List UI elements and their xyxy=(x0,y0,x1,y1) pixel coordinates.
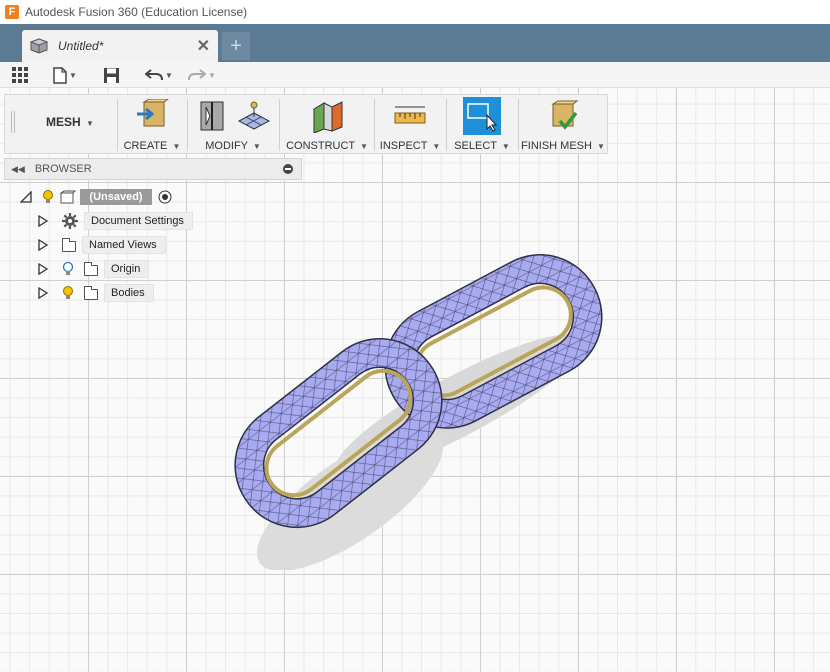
construct-plane-icon xyxy=(313,101,343,133)
chevron-down-icon: ▼ xyxy=(597,142,605,151)
document-tab-label: Untitled* xyxy=(58,39,104,53)
gear-icon xyxy=(62,213,78,229)
browser-item-named-views[interactable]: Named Views xyxy=(38,235,166,255)
chevron-down-icon: ▼ xyxy=(86,119,94,128)
front-chain-link xyxy=(234,338,443,529)
folder-icon xyxy=(84,262,98,276)
browser-panel-header: ◀◀ BROWSER xyxy=(4,158,302,180)
browser-item-origin[interactable]: Origin xyxy=(38,259,150,279)
finish-mesh-group[interactable]: FINISH MESH ▼ xyxy=(520,95,606,155)
modify-group[interactable]: MODIFY ▼ xyxy=(189,95,277,155)
workspace-label: MESH xyxy=(46,115,81,129)
redo-icon xyxy=(188,69,206,81)
browser-root-row[interactable]: (Unsaved) xyxy=(20,187,172,207)
inspect-group[interactable]: INSPECT ▼ xyxy=(376,95,444,155)
save-button[interactable] xyxy=(103,66,120,84)
chevron-down-icon: ▼ xyxy=(208,70,216,80)
quick-access-toolbar: ▼ ▼ ▼ xyxy=(0,62,830,88)
file-menu-button[interactable]: ▼ xyxy=(53,66,77,84)
document-component-icon xyxy=(60,190,76,204)
measure-ruler-icon xyxy=(394,106,426,124)
browser-item-document-settings[interactable]: Document Settings xyxy=(38,211,193,231)
inspect-menu-label: INSPECT xyxy=(379,140,428,152)
file-icon xyxy=(53,66,67,84)
collapse-triangle-icon[interactable] xyxy=(20,191,32,203)
chevron-down-icon: ▼ xyxy=(252,142,261,151)
lightbulb-off-icon[interactable] xyxy=(62,261,74,277)
workspace-switcher[interactable]: MESH ▼ xyxy=(25,115,115,129)
document-tab-strip: Untitled* ✕ + xyxy=(0,24,830,62)
finish-mesh-icon xyxy=(551,100,579,130)
fusion-logo-icon: F xyxy=(5,5,19,19)
construct-menu-label: CONSTRUCT xyxy=(286,140,355,152)
modify-menu-label: MODIFY xyxy=(205,140,248,152)
origin-label: Origin xyxy=(104,260,150,278)
construct-group[interactable]: CONSTRUCT ▼ xyxy=(281,95,373,155)
component-icon xyxy=(30,38,48,54)
close-tab-button[interactable]: ✕ xyxy=(197,36,210,56)
new-tab-button[interactable]: + xyxy=(222,32,250,60)
browser-title: BROWSER xyxy=(34,163,92,175)
chevron-down-icon: ▼ xyxy=(69,70,77,80)
browser-item-bodies[interactable]: Bodies xyxy=(38,283,154,303)
plane-cut-icon xyxy=(200,101,224,131)
chain-mesh-model[interactable] xyxy=(230,235,620,570)
root-component-label: (Unsaved) xyxy=(80,189,152,205)
lightbulb-on-icon[interactable] xyxy=(62,285,74,301)
create-mesh-icon xyxy=(137,99,169,127)
chevron-down-icon: ▼ xyxy=(360,142,368,151)
select-cursor-icon xyxy=(463,97,501,135)
toolbar-ribbon: MESH ▼ CREATE ▼ MODIFY ▼ CONSTRUCT ▼ INS… xyxy=(4,94,608,154)
named-views-label: Named Views xyxy=(82,236,166,254)
document-settings-label: Document Settings xyxy=(84,212,193,230)
remesh-icon xyxy=(237,101,271,130)
expand-triangle-icon[interactable] xyxy=(38,239,48,251)
collapse-panel-icon[interactable]: ◀◀ xyxy=(11,164,25,175)
undo-icon xyxy=(145,69,163,81)
chevron-down-icon: ▼ xyxy=(501,142,510,151)
document-tab[interactable]: Untitled* ✕ xyxy=(22,30,218,62)
folder-icon xyxy=(62,238,76,252)
ribbon-grip-handle[interactable] xyxy=(11,111,15,133)
finish-mesh-menu-label: FINISH MESH xyxy=(521,140,592,152)
expand-triangle-icon[interactable] xyxy=(38,215,48,227)
select-menu-label: SELECT xyxy=(454,140,497,152)
lightbulb-on-icon[interactable] xyxy=(42,189,54,205)
create-group[interactable]: CREATE ▼ xyxy=(119,95,185,155)
title-bar: F Autodesk Fusion 360 (Education License… xyxy=(0,0,830,24)
activate-radio-icon[interactable] xyxy=(158,190,172,204)
grid-apps-icon xyxy=(12,67,28,83)
chevron-down-icon: ▼ xyxy=(172,142,181,151)
expand-triangle-icon[interactable] xyxy=(38,263,48,275)
save-icon xyxy=(104,67,119,83)
data-panel-button[interactable] xyxy=(11,66,29,84)
folder-icon xyxy=(84,286,98,300)
select-group[interactable]: SELECT ▼ xyxy=(448,95,516,155)
window-title: Autodesk Fusion 360 (Education License) xyxy=(25,5,248,19)
chevron-down-icon: ▼ xyxy=(165,70,173,80)
create-menu-label: CREATE xyxy=(123,140,168,152)
bodies-label: Bodies xyxy=(104,284,154,302)
expand-triangle-icon[interactable] xyxy=(38,287,48,299)
chevron-down-icon: ▼ xyxy=(432,142,441,151)
redo-button[interactable]: ▼ xyxy=(188,66,216,84)
minimize-panel-button[interactable] xyxy=(283,164,293,174)
undo-button[interactable]: ▼ xyxy=(145,66,173,84)
